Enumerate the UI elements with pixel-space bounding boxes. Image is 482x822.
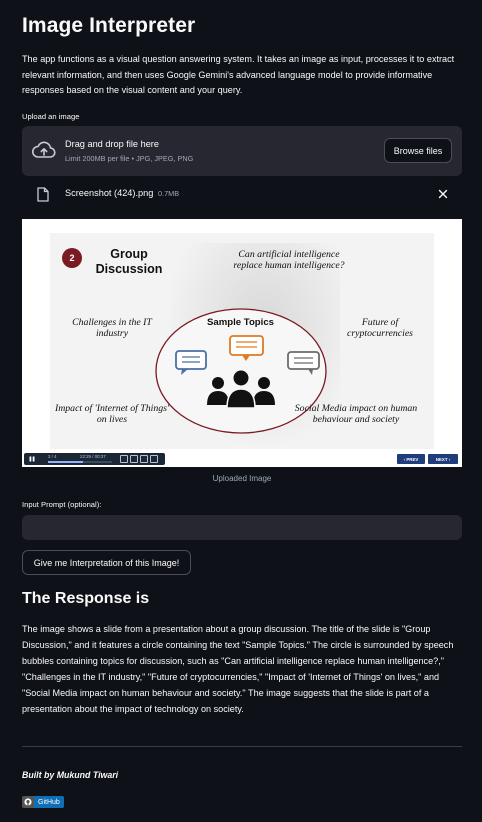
dropzone-title: Drag and drop file here (65, 139, 159, 149)
player-extra-controls (120, 455, 158, 463)
topic-it: Challenges in the IT industry (72, 317, 152, 339)
response-heading: The Response is (22, 590, 150, 607)
image-caption: Uploaded Image (212, 474, 272, 483)
file-icon (37, 187, 49, 202)
file-size: 0.7MB (158, 189, 180, 198)
uploaded-file-row: Screenshot (424).png 0.7MB (22, 184, 462, 206)
cloud-upload-icon (32, 141, 56, 158)
slide-progress-fill (48, 461, 84, 463)
prev-slide-button[interactable]: ‹ PREV (397, 454, 425, 464)
github-badge[interactable]: GitHub (22, 796, 64, 808)
sample-topics-label: Sample Topics (207, 317, 274, 328)
replay-icon[interactable] (120, 455, 128, 463)
slide-content: 2 Group Discussion Sample Topics Can art… (50, 233, 434, 449)
topic-iot: Impact of 'Internet of Things' on lives (54, 403, 170, 425)
intro-paragraph: The app functions as a visual question a… (22, 54, 455, 95)
uploaded-image: 2 Group Discussion Sample Topics Can art… (22, 219, 462, 467)
file-dropzone[interactable]: Drag and drop file here Limit 200MB per … (22, 126, 462, 176)
topic-crypto: Future of cryptocurrencies (346, 317, 413, 339)
slide-counter: 2 / 4 (48, 454, 57, 459)
upload-label: Upload an image (22, 112, 80, 121)
volume-icon[interactable] (130, 455, 138, 463)
close-icon[interactable] (438, 189, 448, 199)
browse-files-button[interactable]: Browse files (384, 138, 452, 163)
response-text: The image shows a slide from a presentat… (22, 624, 454, 714)
page-title: Image Interpreter (22, 14, 196, 37)
slide-progress-track[interactable] (48, 461, 112, 463)
slide-player-bar: 2 / 4 22:29 / 00:37 ‹ PREV NEXT › (22, 451, 462, 467)
prompt-input[interactable] (22, 515, 462, 540)
captions-icon[interactable] (140, 455, 148, 463)
next-slide-button[interactable]: NEXT › (428, 454, 458, 464)
player-controls: 2 / 4 22:29 / 00:37 (24, 453, 165, 465)
topic-social: Social Media impact on human behaviour a… (294, 403, 418, 425)
github-label: GitHub (34, 796, 64, 808)
interpret-image-button[interactable]: Give me Interpretation of this Image! (22, 550, 191, 575)
github-icon (22, 796, 34, 808)
footer-credit: Built by Mukund Tiwari (22, 770, 119, 780)
file-name: Screenshot (424).png (65, 188, 154, 198)
prompt-label: Input Prompt (optional): (22, 500, 102, 509)
divider (22, 746, 462, 747)
dropzone-subtitle: Limit 200MB per file • JPG, JPEG, PNG (65, 154, 194, 163)
topic-ai: Can artificial intelligence replace huma… (233, 249, 345, 271)
pause-icon[interactable] (28, 456, 36, 462)
slide-time: 22:29 / 00:37 (80, 454, 106, 459)
fullscreen-icon[interactable] (150, 455, 158, 463)
